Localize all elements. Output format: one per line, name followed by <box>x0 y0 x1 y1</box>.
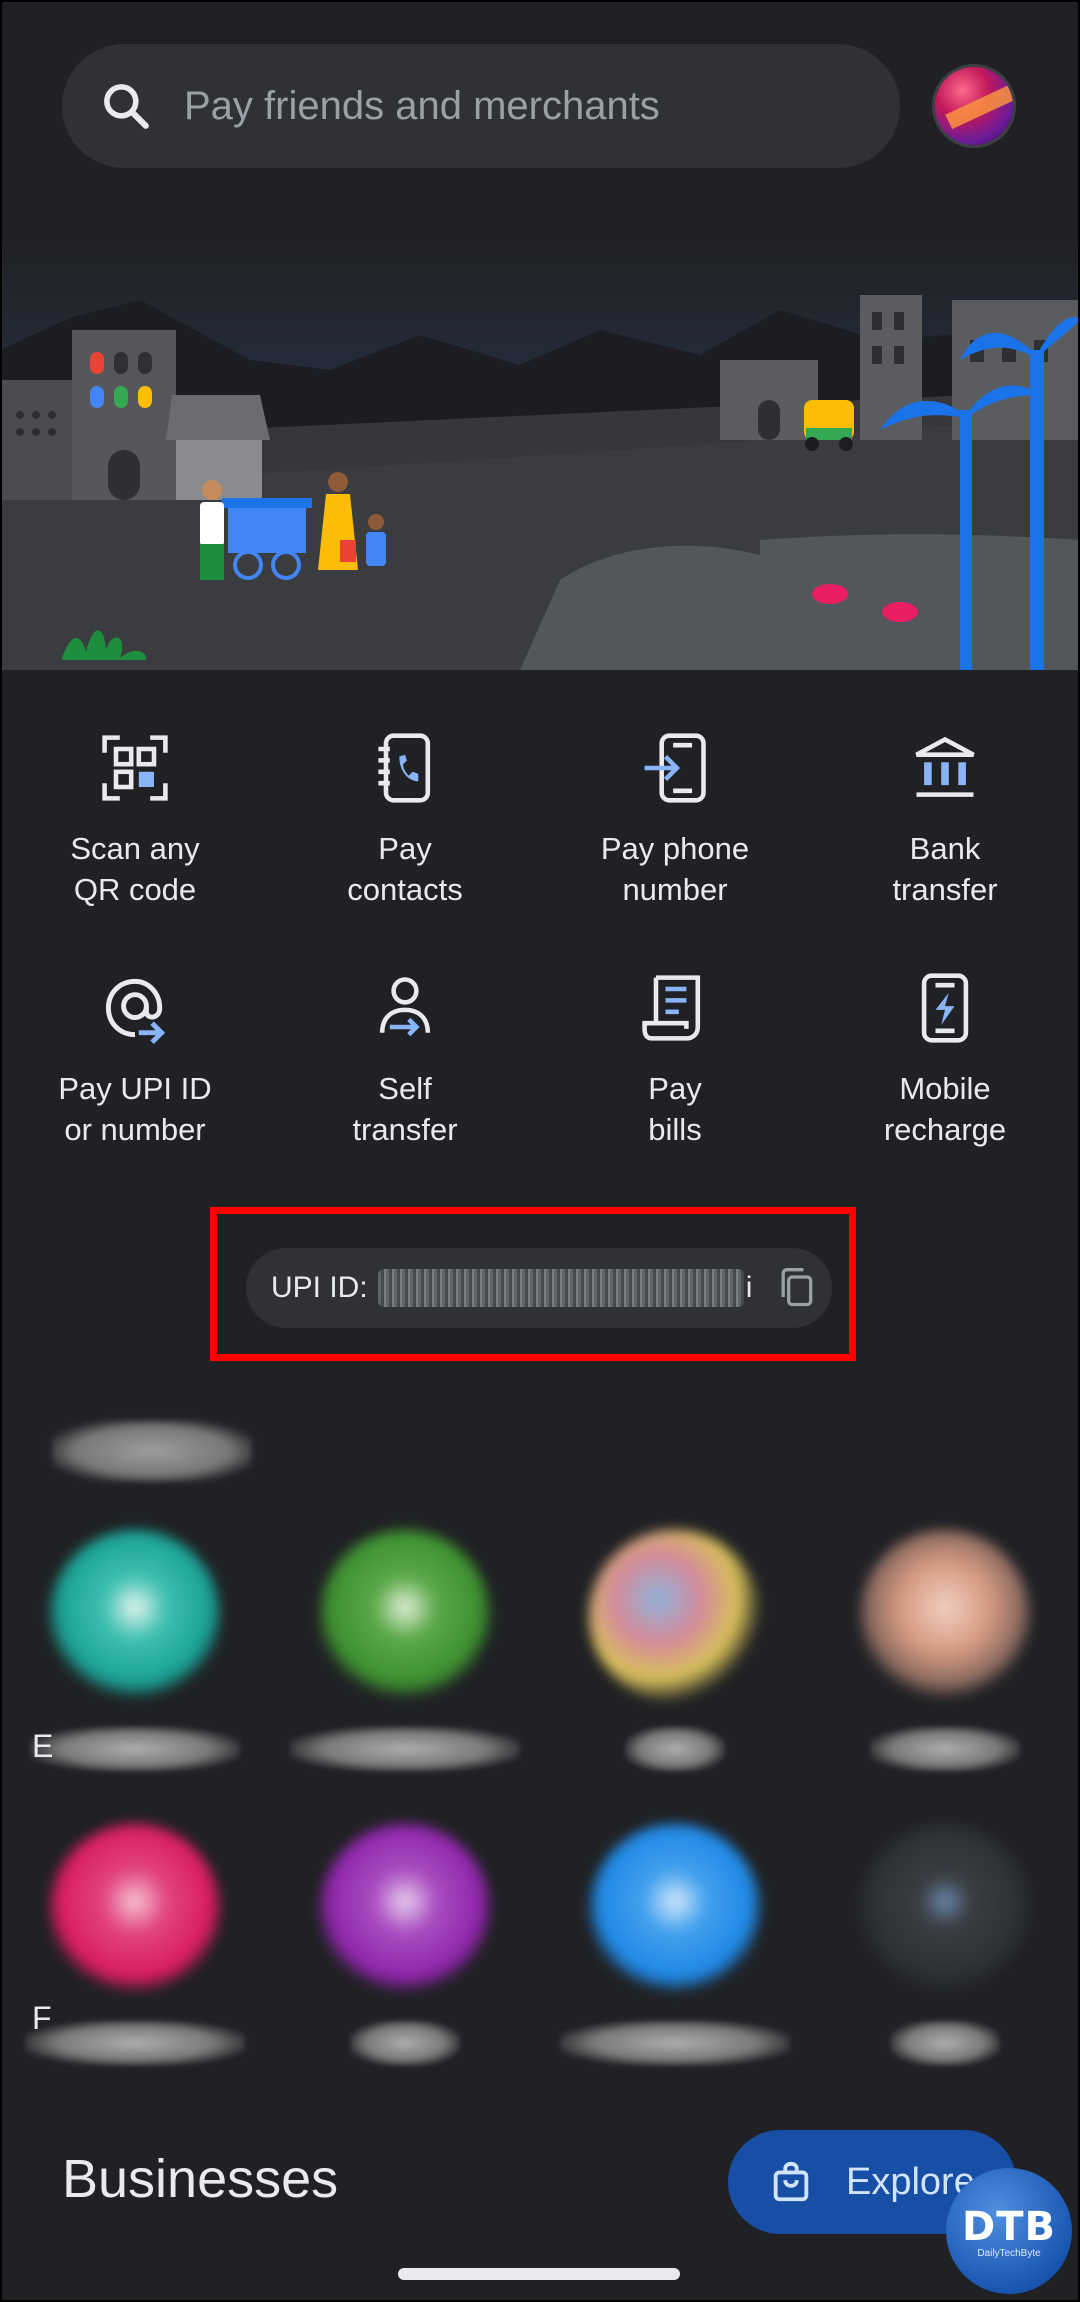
self-transfer-icon <box>379 977 431 1037</box>
bill-icon <box>642 975 701 1041</box>
payment-actions: Scan any QR code Pay contacts Pay phone num… <box>0 730 1080 1150</box>
upi-id-redacted <box>377 1269 744 1307</box>
home-indicator[interactable] <box>398 2268 680 2280</box>
mobile-recharge-icon <box>921 973 969 1043</box>
person-name-redacted <box>625 1726 725 1772</box>
watermark-text: DTB <box>962 2203 1056 2250</box>
upi-id-label: UPI ID: <box>271 1271 368 1304</box>
person-avatar <box>859 1824 1031 1996</box>
pay-bills-action[interactable]: Pay bills <box>540 970 810 1150</box>
watermark-subtext: DailyTechByte <box>977 2247 1041 2259</box>
scan-qr-action[interactable]: Scan any QR code <box>0 730 270 910</box>
person-name-redacted <box>290 1726 520 1772</box>
person-tile[interactable] <box>540 1530 810 1772</box>
self-transfer-action[interactable]: Self transfer <box>270 970 540 1150</box>
action-label: Mobile recharge <box>883 1071 1007 1147</box>
person-tile[interactable] <box>540 1824 810 2066</box>
pay-phone-number-action[interactable]: Pay phone number <box>540 730 810 910</box>
person-name-redacted <box>25 2020 245 2066</box>
person-name-redacted <box>560 2020 790 2066</box>
qr-scan-icon <box>102 735 168 801</box>
phone-number-icon <box>644 733 706 803</box>
person-name-initial: F <box>32 2000 52 2036</box>
action-label: Pay UPI ID or number <box>58 1071 212 1147</box>
person-avatar <box>589 1824 761 1996</box>
person-tile[interactable] <box>810 1530 1080 1772</box>
pay-upi-id-action[interactable]: Pay UPI ID or number <box>0 970 270 1150</box>
people-grid <box>0 1530 1080 2066</box>
person-name-redacted <box>870 1726 1020 1772</box>
person-name-redacted <box>30 1726 240 1772</box>
action-label: Self transfer <box>352 1071 458 1147</box>
bank-transfer-action[interactable]: Bank transfer <box>810 730 1080 910</box>
businesses-heading: Businesses <box>62 2149 339 2209</box>
search-input[interactable]: Pay friends and merchants <box>184 84 660 129</box>
search-icon <box>104 84 149 129</box>
person-name-redacted <box>350 2020 460 2066</box>
bank-icon <box>915 736 975 797</box>
avatar[interactable] <box>932 64 1016 148</box>
upi-id-tail: i <box>745 1271 753 1304</box>
action-label: Scan any QR code <box>70 831 200 907</box>
action-label: Pay contacts <box>347 831 463 907</box>
contacts-icon <box>378 733 431 803</box>
person-avatar <box>49 1530 221 1702</box>
person-avatar <box>319 1824 491 1996</box>
person-avatar <box>589 1530 761 1702</box>
person-tile[interactable] <box>810 1824 1080 2066</box>
upi-id-chip[interactable]: UPI ID: i <box>246 1248 832 1328</box>
action-label: Bank transfer <box>892 831 998 907</box>
person-name-initial: E <box>32 1728 54 1764</box>
person-tile[interactable] <box>270 1530 540 1772</box>
people-section-heading-redacted <box>52 1420 252 1482</box>
action-label: Pay bills <box>648 1071 702 1147</box>
mobile-recharge-action[interactable]: Mobile recharge <box>810 970 1080 1150</box>
hero-illustration <box>0 240 1080 670</box>
person-avatar <box>859 1530 1031 1702</box>
person-name-redacted <box>890 2020 1000 2066</box>
person-tile[interactable] <box>270 1824 540 2066</box>
person-avatar <box>319 1530 491 1702</box>
pay-contacts-action[interactable]: Pay contacts <box>270 730 540 910</box>
shopping-bag-icon <box>773 2161 809 2202</box>
search-bar[interactable]: Pay friends and merchants <box>62 44 900 168</box>
person-avatar <box>49 1824 221 1996</box>
action-label: Pay phone number <box>600 831 750 907</box>
watermark-logo: DTB DailyTechByte <box>946 2168 1072 2294</box>
copy-icon[interactable] <box>774 1266 818 1310</box>
at-sign-icon <box>105 978 166 1044</box>
